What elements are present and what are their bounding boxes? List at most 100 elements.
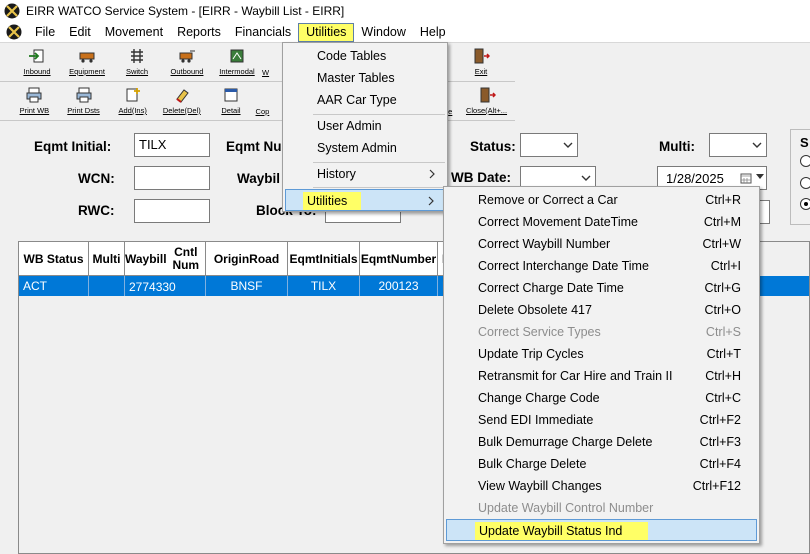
submenu-item-delete-obsolete-417[interactable]: Delete Obsolete 417 Ctrl+O [446, 299, 757, 321]
submenu-item-shortcut: Ctrl+F3 [699, 435, 741, 449]
submenu-item-change-charge-code[interactable]: Change Charge Code Ctrl+C [446, 387, 757, 409]
cell-eqmt-number: 200123 [360, 276, 438, 296]
cell-waybill-cntl-num: 2774330 [125, 276, 206, 296]
exit-door-icon [480, 87, 496, 103]
header-multi[interactable]: Multi [89, 242, 125, 276]
submenu-item-label: Update Waybill Status Ind [475, 522, 649, 540]
menu-item-system-admin[interactable]: System Admin [285, 137, 445, 159]
cell-origin-road: BNSF [206, 276, 288, 296]
chevron-down-icon [752, 142, 762, 148]
menu-utilities[interactable]: Utilities [298, 22, 355, 42]
rwc-label: RWC: [78, 203, 115, 218]
document-logo-icon[interactable] [6, 24, 22, 40]
submenu-item-label: Change Charge Code [478, 391, 600, 405]
menu-file[interactable]: File [28, 23, 62, 42]
submenu-item-bulk-demurrage-charge-delete[interactable]: Bulk Demurrage Charge Delete Ctrl+F3 [446, 431, 757, 453]
calendar-icon[interactable] [740, 172, 752, 184]
chevron-down-icon [581, 175, 591, 181]
menu-movement[interactable]: Movement [98, 23, 170, 42]
menu-window[interactable]: Window [354, 23, 412, 42]
detail-window-icon [224, 88, 238, 102]
submenu-item-label: Correct Movement DateTime [478, 215, 638, 229]
eqmt-initial-label: Eqmt Initial: [34, 139, 112, 154]
submenu-item-shortcut: Ctrl+M [703, 215, 741, 229]
submenu-item-shortcut: Ctrl+R [705, 193, 741, 207]
submenu-item-update-trip-cycles[interactable]: Update Trip Cycles Ctrl+T [446, 343, 757, 365]
inbound-icon [29, 49, 44, 63]
radio-option-1[interactable] [800, 155, 810, 167]
submenu-item-label: Correct Waybill Number [478, 237, 611, 251]
submenu-item-bulk-charge-delete[interactable]: Bulk Charge Delete Ctrl+F4 [446, 453, 757, 475]
submenu-item-label: Send EDI Immediate [478, 413, 594, 427]
submenu-item-label: Correct Service Types [478, 325, 601, 339]
submenu-item-retransmit-for-car-hire-and-train-ii[interactable]: Retransmit for Car Hire and Train II Ctrl… [446, 365, 757, 387]
chevron-right-icon [428, 196, 434, 206]
equipment-button[interactable]: Equipment [62, 44, 112, 82]
menu-item-utilities[interactable]: Utilities [285, 189, 445, 211]
copy-button[interactable]: Cop [256, 83, 280, 121]
exit-door-icon [474, 48, 490, 64]
submenu-item-label: Bulk Charge Delete [478, 457, 587, 471]
switch-button[interactable]: Switch [112, 44, 162, 82]
chevron-right-icon [429, 169, 435, 179]
menu-bar: File Edit Movement Reports Financials Ut… [0, 22, 810, 43]
menu-item-master-tables[interactable]: Master Tables [285, 67, 445, 89]
delete-button[interactable]: Delete(Del) [157, 83, 206, 121]
partial-button-2[interactable]: e [448, 83, 458, 121]
submenu-item-correct-interchange-date-time[interactable]: Correct Interchange Date Time Ctrl+I [446, 255, 757, 277]
wcn-label: WCN: [78, 171, 115, 186]
menu-help[interactable]: Help [413, 23, 453, 42]
rwc-input[interactable] [134, 199, 210, 223]
menu-edit[interactable]: Edit [62, 23, 98, 42]
multi-combo[interactable] [709, 133, 767, 157]
submenu-item-view-waybill-changes[interactable]: View Waybill Changes Ctrl+F12 [446, 475, 757, 497]
menu-reports[interactable]: Reports [170, 23, 228, 42]
outbound-button[interactable]: Outbound [162, 44, 212, 82]
header-waybill-cntl-num[interactable]: Waybill Cntl Num [125, 242, 206, 276]
header-wb-status[interactable]: WB Status [19, 242, 89, 276]
header-eqmt-initials[interactable]: Eqmt Initials [288, 242, 360, 276]
close-button[interactable]: Close(Alt+... [458, 83, 515, 121]
date-picker-value: 1/28/2025 [666, 171, 724, 186]
submenu-item-correct-waybill-number[interactable]: Correct Waybill Number Ctrl+W [446, 233, 757, 255]
intermodal-icon [230, 49, 244, 63]
print-wb-button[interactable]: Print WB [10, 83, 59, 121]
detail-button[interactable]: Detail [206, 83, 255, 121]
print-dsts-button[interactable]: Print Dsts [59, 83, 108, 121]
outbound-icon [179, 50, 195, 63]
exit-button[interactable]: Exit [456, 44, 506, 82]
submenu-item-label: Remove or Correct a Car [478, 193, 618, 207]
menu-item-aar-car-type[interactable]: AAR Car Type [285, 89, 445, 111]
submenu-item-remove-or-correct-a-car[interactable]: Remove or Correct a Car Ctrl+R [446, 189, 757, 211]
wcn-input[interactable] [134, 166, 210, 190]
submenu-item-shortcut: Ctrl+F4 [699, 457, 741, 471]
submenu-item-send-edi-immediate[interactable]: Send EDI Immediate Ctrl+F2 [446, 409, 757, 431]
submenu-item-correct-service-types[interactable]: Correct Service Types Ctrl+S [446, 321, 757, 343]
app-logo-icon [4, 3, 20, 19]
menu-item-code-tables[interactable]: Code Tables [285, 45, 445, 67]
submenu-item-label: Correct Interchange Date Time [478, 259, 649, 273]
menu-item-user-admin[interactable]: User Admin [285, 115, 445, 137]
radio-option-2[interactable] [800, 177, 810, 189]
submenu-item-shortcut: Ctrl+H [705, 369, 741, 383]
submenu-item-correct-charge-date-time[interactable]: Correct Charge Date Time Ctrl+G [446, 277, 757, 299]
intermodal-button[interactable]: Intermodal [212, 44, 262, 82]
utilities-menu: Code Tables Master Tables AAR Car Type U… [282, 42, 448, 212]
menu-financials[interactable]: Financials [228, 23, 298, 42]
menu-separator [313, 187, 445, 188]
status-combo[interactable] [520, 133, 578, 157]
header-eqmt-number[interactable]: Eqmt Number [360, 242, 438, 276]
radio-option-3[interactable] [800, 198, 810, 210]
submenu-item-update-waybill-control-number[interactable]: Update Waybill Control Number [446, 497, 757, 519]
railcar-icon [79, 52, 95, 63]
inbound-button[interactable]: Inbound [12, 44, 62, 82]
eqmt-initial-input[interactable]: TILX [134, 133, 210, 157]
submenu-item-correct-movement-datetime[interactable]: Correct Movement DateTime Ctrl+M [446, 211, 757, 233]
add-button[interactable]: Add(Ins) [108, 83, 157, 121]
menu-item-history[interactable]: History [285, 163, 445, 185]
header-origin-road[interactable]: Origin Road [206, 242, 288, 276]
submenu-item-shortcut: Ctrl+T [706, 347, 741, 361]
w-button[interactable]: W [262, 44, 282, 82]
cell-wb-status: ACT [19, 276, 89, 296]
submenu-item-update-waybill-status-ind[interactable]: Update Waybill Status Ind [446, 519, 757, 541]
